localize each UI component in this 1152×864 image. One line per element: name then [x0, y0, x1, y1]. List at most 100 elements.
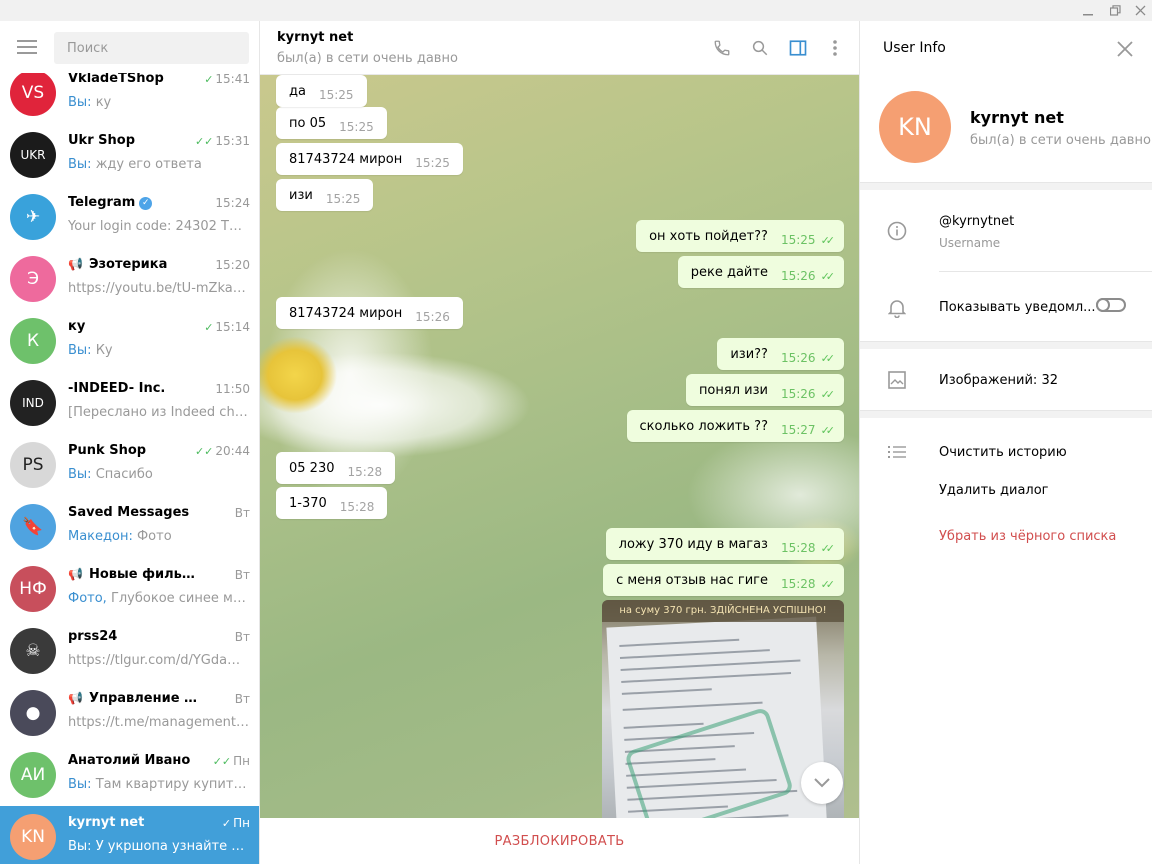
search-input[interactable] [54, 32, 249, 64]
section-separator [860, 341, 1152, 349]
message-time: 15:26 [780, 269, 816, 283]
username-value[interactable]: @kyrnytnet [939, 214, 1014, 229]
outgoing-message[interactable]: сколько ложить ?? 15:27 ✓✓ [626, 410, 844, 442]
message-time: 15:26 [780, 387, 816, 401]
outgoing-message[interactable]: он хоть пойдет?? 15:25 ✓✓ [636, 220, 844, 252]
close-panel-button[interactable] [1115, 39, 1135, 59]
chat-preview: Вы: жду его ответа [68, 157, 250, 172]
outgoing-message[interactable]: понял изи 15:26 ✓✓ [685, 374, 844, 406]
minimize-button[interactable] [1076, 0, 1100, 21]
chat-item[interactable]: IND -INDEED- Inc. 11:50 [Переслано из Indee… [0, 372, 259, 434]
more-options-button[interactable] [824, 37, 846, 59]
chat-name: prss24 [68, 629, 203, 644]
chat-avatar: НФ [10, 566, 56, 612]
chat-time-text: 15:31 [215, 134, 250, 148]
chat-item[interactable]: PS Punk Shop ✓✓ 20:44 Вы: Спасибо [0, 434, 259, 496]
chat-name-text: kyrnyt net [68, 815, 145, 830]
chat-name: 📢 Управление реальн... [68, 691, 203, 706]
preview-text: Ку [91, 343, 113, 358]
chat-name-text: Управление реальн... [88, 691, 203, 706]
preview-text: Your login code: 24302 This c... [68, 219, 250, 234]
message-time: 15:26 [415, 310, 450, 324]
chat-item[interactable]: ☠ prss24 Вт https://tlgur.com/d/YGdaQJQg [0, 620, 259, 682]
outgoing-message[interactable]: изи?? 15:26 ✓✓ [717, 338, 844, 370]
notifications-toggle[interactable] [1096, 298, 1126, 312]
call-button[interactable] [711, 37, 733, 59]
profile-avatar[interactable]: KN [879, 91, 951, 163]
incoming-message[interactable]: по 05 15:25 [276, 107, 387, 139]
megaphone-icon: 📢 [68, 567, 83, 581]
chat-item[interactable]: Кку ✓ 15:14 Вы: Ку [0, 310, 259, 372]
chat-name-text: Новые фильмы он... [88, 567, 203, 582]
delete-dialog-button[interactable]: Удалить диалог [939, 483, 1049, 498]
close-icon [1135, 5, 1145, 16]
chat-name-text: Эзотерика [88, 257, 168, 272]
menu-icon[interactable] [17, 40, 37, 54]
close-icon [1117, 41, 1133, 57]
chat-name-text: Punk Shop [68, 443, 147, 458]
chat-avatar: ☠ [10, 628, 56, 674]
chat-item[interactable]: НФ 📢 Новые фильмы он... Вт Фото, Глубокое си… [0, 558, 259, 620]
megaphone-icon: 📢 [68, 257, 83, 271]
chat-item[interactable]: Э 📢 Эзотерика 15:20 https://youtu.be/tU-mZka… [0, 248, 259, 310]
chat-preview: https://youtu.be/tU-mZkaks... [68, 281, 250, 296]
outgoing-message[interactable]: с меня отзыв нас гиге 15:28 ✓✓ [603, 564, 844, 596]
panel-title: User Info [883, 40, 946, 56]
chat-name: 📢 Эзотерика [68, 257, 203, 272]
chat-item[interactable]: UKR Ukr Shop ✓✓ 15:31 Вы: жду его ответа [0, 124, 259, 186]
chat-time: Вт [235, 506, 250, 520]
preview-text: [Переслано из Indeed chann... [68, 405, 250, 420]
toggle-info-button[interactable] [787, 37, 809, 59]
outgoing-message[interactable]: реке дайте 15:26 ✓✓ [677, 256, 844, 288]
chat-item[interactable]: АИ Анатолий Ивано ✓✓ Пн Вы: Там квартиру куп… [0, 744, 259, 806]
images-link[interactable]: Изображений: 32 [939, 373, 1058, 388]
chat-avatar: ✈ [10, 194, 56, 240]
preview-text: У укршопа узнайте я у ... [91, 839, 250, 854]
incoming-message[interactable]: 1-370 15:28 [276, 487, 388, 519]
chat-name: Telegram ✓ [68, 195, 203, 210]
restore-button[interactable] [1103, 0, 1127, 21]
chat-name-text: Telegram [68, 195, 136, 210]
chat-time: ✓ 15:41 [204, 72, 250, 86]
chat-name: kyrnyt net [68, 815, 203, 830]
outgoing-message[interactable]: ложу 370 иду в магаз 15:28 ✓✓ [605, 528, 844, 560]
incoming-message[interactable]: 81743724 мирон 15:26 [276, 297, 463, 329]
search-chat-button[interactable] [749, 37, 771, 59]
preview-text: жду его ответа [91, 157, 202, 172]
chat-item[interactable]: KN kyrnyt net ✓ Пн Вы: У укршопа узнайте я у… [0, 806, 259, 864]
chevron-down-icon [814, 778, 830, 788]
notifications-label: Показывать уведомл... [939, 300, 1096, 315]
preview-sender: Вы: [68, 777, 92, 792]
read-check-icon: ✓ [204, 73, 214, 86]
read-check-icon: ✓✓ [820, 351, 836, 365]
chat-time: ✓✓ 15:31 [195, 134, 250, 148]
chat-preview: Македон: Фото [68, 529, 250, 544]
read-check-icon: ✓✓ [194, 445, 214, 458]
message-text: он хоть пойдет?? [649, 228, 768, 244]
incoming-message[interactable]: изи 15:25 [276, 179, 374, 211]
incoming-message[interactable]: 81743724 мирон 15:25 [276, 143, 463, 175]
unblacklist-button[interactable]: Убрать из чёрного списка [939, 529, 1116, 544]
chat-time-text: Вт [234, 506, 250, 520]
chat-time-text: 11:50 [215, 382, 250, 396]
scroll-down-button[interactable] [801, 762, 843, 804]
chat-item[interactable]: 🔖 Saved Messages Вт Македон: Фото [0, 496, 259, 558]
message-text: изи?? [730, 346, 768, 362]
chat-item[interactable]: ● 📢 Управление реальн... Вт https://t.me/man… [0, 682, 259, 744]
incoming-message[interactable]: 05 230 15:28 [276, 452, 396, 484]
message-time: 15:25 [415, 156, 450, 170]
read-check-icon: ✓✓ [212, 755, 232, 768]
chat-status: был(а) в сети очень давно [277, 51, 458, 66]
clear-history-button[interactable]: Очистить историю [939, 445, 1067, 460]
chat-name-text: -INDEED- Inc. [68, 381, 166, 396]
message-text: 1-370 [289, 495, 327, 511]
chat-name-text: Анатолий Ивано [68, 753, 191, 768]
chat-time: ✓✓ 20:44 [195, 444, 250, 458]
chat-item[interactable]: ✈ Telegram ✓ 15:24 Your login code: 24302 Th… [0, 186, 259, 248]
chat-title[interactable]: kyrnyt net [277, 30, 353, 45]
message-text: по 05 [289, 115, 327, 131]
message-time: 15:25 [780, 233, 816, 247]
incoming-message[interactable]: да 15:25 [276, 75, 367, 107]
unblock-button[interactable]: РАЗБЛОКИРОВАТЬ [495, 834, 625, 849]
close-window-button[interactable] [1128, 0, 1152, 21]
